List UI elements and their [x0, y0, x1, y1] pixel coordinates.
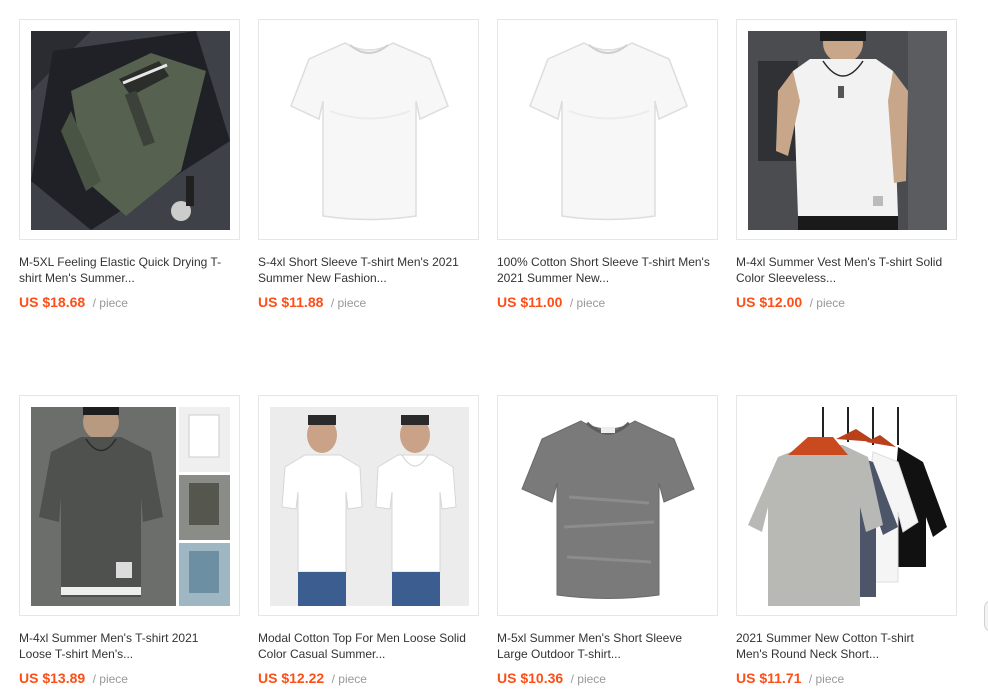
price-row: US $12.00 / piece	[736, 294, 845, 312]
product-title-line[interactable]: Color Casual Summer...	[258, 646, 476, 662]
price-unit: / piece	[330, 296, 367, 310]
product-card[interactable]: S-4xl Short Sleeve T-shirt Men's 2021 Su…	[258, 19, 481, 319]
product-card[interactable]: M-5xl Summer Men's Short Sleeve Large Ou…	[497, 395, 720, 692]
product-image-frame[interactable]	[19, 19, 240, 240]
product-title-line[interactable]: 100% Cotton Short Sleeve T-shirt Men's	[497, 254, 715, 270]
price-row: US $10.36 / piece	[497, 670, 606, 688]
product-card[interactable]: M-4xl Summer Men's T-shirt 2021 Loose T-…	[19, 395, 242, 692]
white-tshirt-photo[interactable]	[270, 31, 469, 230]
product-price: US $11.71	[736, 670, 802, 686]
product-image-frame[interactable]	[497, 19, 718, 240]
product-image-frame[interactable]	[258, 19, 479, 240]
white-tshirt-photo[interactable]	[509, 31, 708, 230]
price-unit: / piece	[331, 672, 367, 686]
price-unit: / piece	[808, 672, 845, 686]
product-title[interactable]: Modal Cotton Top For Men Loose Solid Col…	[258, 630, 476, 662]
product-price: US $10.36	[497, 670, 564, 686]
product-title-line[interactable]: Men's Round Neck Short...	[736, 646, 954, 662]
product-image-frame[interactable]	[736, 19, 957, 240]
man-in-white-vest-photo[interactable]	[748, 31, 947, 230]
product-price: US $12.00	[736, 294, 803, 310]
product-image-frame[interactable]	[19, 395, 240, 616]
product-price: US $12.22	[258, 670, 325, 686]
product-price: US $13.89	[19, 670, 86, 686]
product-title-line[interactable]: Summer New Fashion...	[258, 270, 476, 286]
carousel-next-button[interactable]	[984, 600, 988, 632]
product-title[interactable]: M-4xl Summer Men's T-shirt 2021 Loose T-…	[19, 630, 237, 662]
product-price: US $18.68	[19, 294, 86, 310]
two-men-in-white-tshirts-photo[interactable]	[270, 407, 469, 606]
product-image-frame[interactable]	[258, 395, 479, 616]
product-price: US $11.00	[497, 294, 563, 310]
product-title-line[interactable]: Modal Cotton Top For Men Loose Solid	[258, 630, 476, 646]
product-title[interactable]: M-5xl Summer Men's Short Sleeve Large Ou…	[497, 630, 715, 662]
product-title-line[interactable]: Loose T-shirt Men's...	[19, 646, 237, 662]
product-grid: M-5XL Feeling Elastic Quick Drying T- sh…	[0, 0, 988, 692]
price-row: US $11.00 / piece	[497, 294, 605, 312]
product-price: US $11.88	[258, 294, 324, 310]
price-row: US $13.89 / piece	[19, 670, 128, 688]
product-title-line[interactable]: Large Outdoor T-shirt...	[497, 646, 715, 662]
price-row: US $12.22 / piece	[258, 670, 367, 688]
product-image-frame[interactable]	[736, 395, 957, 616]
product-title-line[interactable]: Color Sleeveless...	[736, 270, 954, 286]
product-title-line[interactable]: M-5XL Feeling Elastic Quick Drying T-	[19, 254, 237, 270]
polo-shirt-in-gift-box-photo[interactable]	[31, 31, 230, 230]
product-card[interactable]: M-4xl Summer Vest Men's T-shirt Solid Co…	[736, 19, 959, 319]
tshirts-on-hangers-photo[interactable]	[748, 407, 947, 606]
product-title[interactable]: M-5XL Feeling Elastic Quick Drying T- sh…	[19, 254, 237, 286]
price-row: US $11.71 / piece	[736, 670, 844, 688]
product-title-line[interactable]: 2021 Summer New Cotton T-shirt	[736, 630, 954, 646]
price-unit: / piece	[569, 296, 606, 310]
product-title[interactable]: S-4xl Short Sleeve T-shirt Men's 2021 Su…	[258, 254, 476, 286]
product-title-line[interactable]: 2021 Summer New...	[497, 270, 715, 286]
product-card[interactable]: 2021 Summer New Cotton T-shirt Men's Rou…	[736, 395, 959, 692]
product-image-frame[interactable]	[497, 395, 718, 616]
price-row: US $11.88 / piece	[258, 294, 366, 312]
product-card[interactable]: 100% Cotton Short Sleeve T-shirt Men's 2…	[497, 19, 720, 319]
man-in-gray-tshirt-collage-photo[interactable]	[31, 407, 230, 606]
product-title-line[interactable]: M-5xl Summer Men's Short Sleeve	[497, 630, 715, 646]
price-unit: / piece	[570, 672, 606, 686]
price-row: US $18.68 / piece	[19, 294, 128, 312]
price-unit: / piece	[809, 296, 845, 310]
product-title[interactable]: 2021 Summer New Cotton T-shirt Men's Rou…	[736, 630, 954, 662]
product-title[interactable]: 100% Cotton Short Sleeve T-shirt Men's 2…	[497, 254, 715, 286]
price-unit: / piece	[92, 672, 128, 686]
price-unit: / piece	[92, 296, 128, 310]
product-card[interactable]: Modal Cotton Top For Men Loose Solid Col…	[258, 395, 481, 692]
product-card[interactable]: M-5XL Feeling Elastic Quick Drying T- sh…	[19, 19, 242, 319]
product-title[interactable]: M-4xl Summer Vest Men's T-shirt Solid Co…	[736, 254, 954, 286]
product-title-line[interactable]: M-4xl Summer Vest Men's T-shirt Solid	[736, 254, 954, 270]
product-title-line[interactable]: S-4xl Short Sleeve T-shirt Men's 2021	[258, 254, 476, 270]
heather-gray-tshirt-photo[interactable]	[509, 407, 708, 606]
product-title-line[interactable]: shirt Men's Summer...	[19, 270, 237, 286]
product-title-line[interactable]: M-4xl Summer Men's T-shirt 2021	[19, 630, 237, 646]
